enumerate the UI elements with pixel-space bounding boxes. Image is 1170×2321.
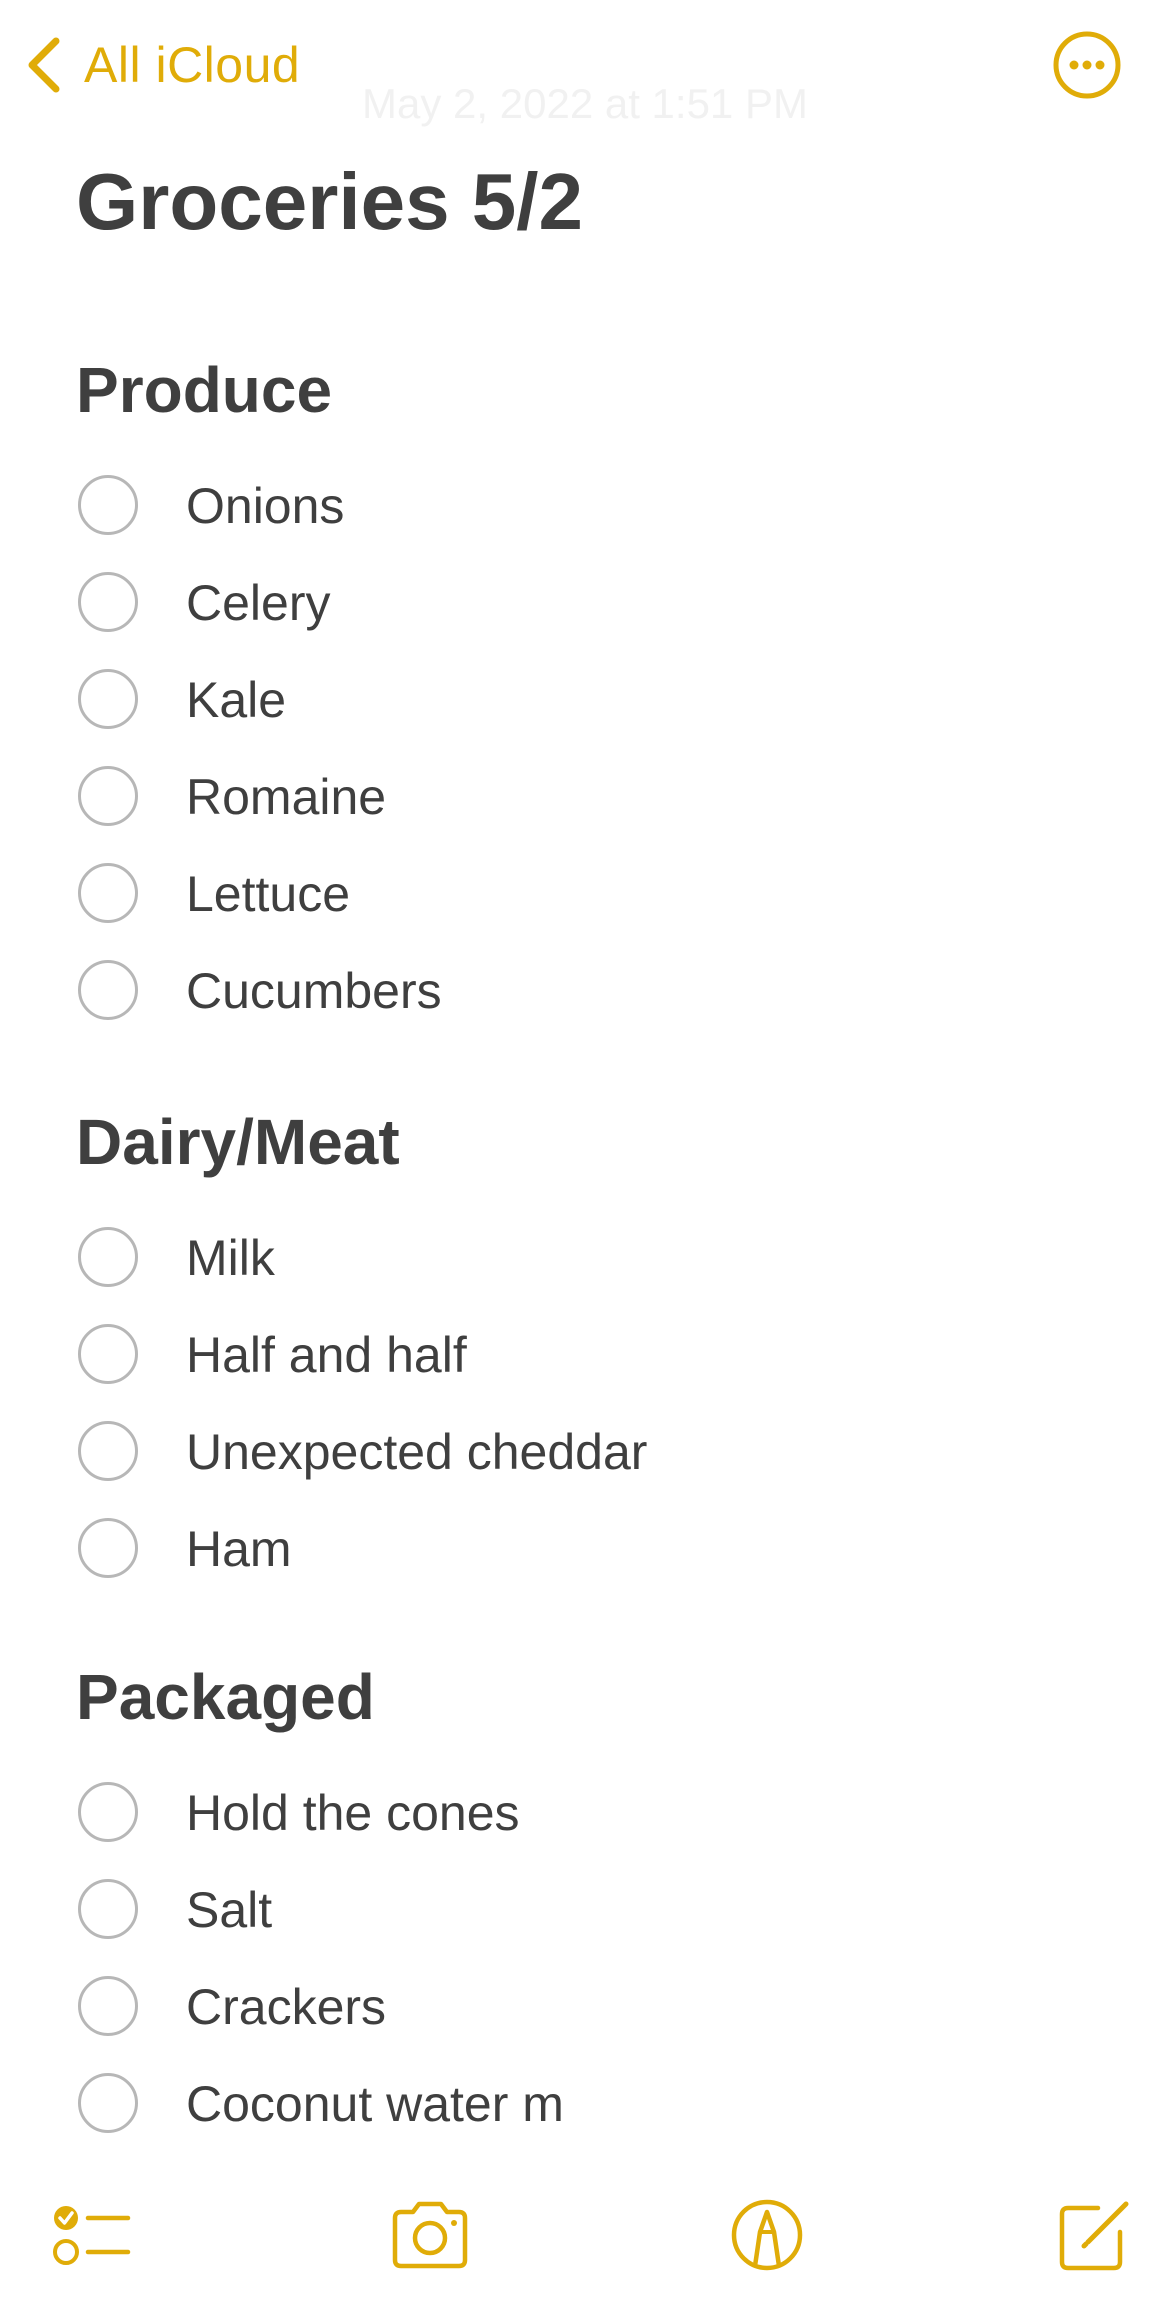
note-title[interactable]: Groceries 5/2 xyxy=(76,162,583,242)
checklist-item-label[interactable]: Onions xyxy=(186,478,344,534)
checkbox-circle[interactable] xyxy=(78,1518,138,1578)
checkbox-circle[interactable] xyxy=(78,1324,138,1384)
checklist-icon xyxy=(48,2190,138,2280)
section-heading[interactable]: Produce xyxy=(76,358,332,422)
checklist-item: Half and half xyxy=(0,1307,1170,1404)
checklist-item: Unexpected cheddar xyxy=(0,1404,1170,1501)
checklist-item-label[interactable]: Celery xyxy=(186,575,330,631)
checkbox-circle[interactable] xyxy=(78,475,138,535)
checkbox-circle[interactable] xyxy=(78,1782,138,1842)
checklist-item-label[interactable]: Unexpected cheddar xyxy=(186,1424,647,1480)
checklist-item-label[interactable]: Kale xyxy=(186,672,286,728)
checkbox-circle[interactable] xyxy=(78,2073,138,2133)
more-options-button[interactable] xyxy=(1052,30,1122,100)
bottom-toolbar xyxy=(0,2180,1170,2290)
checklist-item-label[interactable]: Crackers xyxy=(186,1979,386,2035)
section-heading[interactable]: Dairy/Meat xyxy=(76,1110,400,1174)
markup-pen-icon xyxy=(722,2190,812,2280)
checklist-item-label[interactable]: Lettuce xyxy=(186,866,350,922)
checklist-item: Romaine xyxy=(0,749,1170,846)
markup-button[interactable] xyxy=(712,2180,822,2290)
checklist-item: Celery xyxy=(0,555,1170,652)
checkbox-circle[interactable] xyxy=(78,1227,138,1287)
checklist-item-label[interactable]: Coconut water m xyxy=(186,2076,564,2132)
checklist-item: Crackers xyxy=(0,1959,1170,2056)
compose-button[interactable] xyxy=(1038,2180,1148,2290)
note-timestamp: May 2, 2022 at 1:51 PM xyxy=(362,80,808,127)
checklist-item: Hold the cones xyxy=(0,1765,1170,1862)
checklist-item: Coconut water m xyxy=(0,2056,1170,2153)
checkbox-circle[interactable] xyxy=(78,1421,138,1481)
checklist-item-label[interactable]: Ham xyxy=(186,1521,292,1577)
checklist-button[interactable] xyxy=(38,2180,148,2290)
checkbox-circle[interactable] xyxy=(78,960,138,1020)
checklist: Hold the cones Salt Crackers Coconut wat… xyxy=(0,1765,1170,2153)
checkbox-circle[interactable] xyxy=(78,572,138,632)
checkbox-circle[interactable] xyxy=(78,1879,138,1939)
checklist-item-label[interactable]: Cucumbers xyxy=(186,963,442,1019)
camera-icon xyxy=(385,2190,475,2280)
checklist-item: Milk xyxy=(0,1210,1170,1307)
checklist: Onions Celery Kale Romaine Lettuce Cucum… xyxy=(0,458,1170,1040)
checklist-item-label[interactable]: Salt xyxy=(186,1882,272,1938)
compose-icon xyxy=(1048,2190,1138,2280)
section-heading[interactable]: Packaged xyxy=(76,1665,375,1729)
checklist-item: Kale xyxy=(0,652,1170,749)
checkbox-circle[interactable] xyxy=(78,669,138,729)
checklist-item-label[interactable]: Hold the cones xyxy=(186,1785,520,1841)
ellipsis-circle-icon xyxy=(1052,30,1122,100)
checkbox-circle[interactable] xyxy=(78,863,138,923)
checklist-item-label[interactable]: Milk xyxy=(186,1230,275,1286)
checklist-item: Lettuce xyxy=(0,846,1170,943)
checklist-item-label[interactable]: Half and half xyxy=(186,1327,467,1383)
camera-button[interactable] xyxy=(375,2180,485,2290)
checklist-item: Onions xyxy=(0,458,1170,555)
checkbox-circle[interactable] xyxy=(78,766,138,826)
checkbox-circle[interactable] xyxy=(78,1976,138,2036)
checklist-item: Salt xyxy=(0,1862,1170,1959)
checklist-item: Ham xyxy=(0,1501,1170,1598)
checklist: Milk Half and half Unexpected cheddar Ha… xyxy=(0,1210,1170,1598)
checklist-item-label[interactable]: Romaine xyxy=(186,769,386,825)
checklist-item: Cucumbers xyxy=(0,943,1170,1040)
